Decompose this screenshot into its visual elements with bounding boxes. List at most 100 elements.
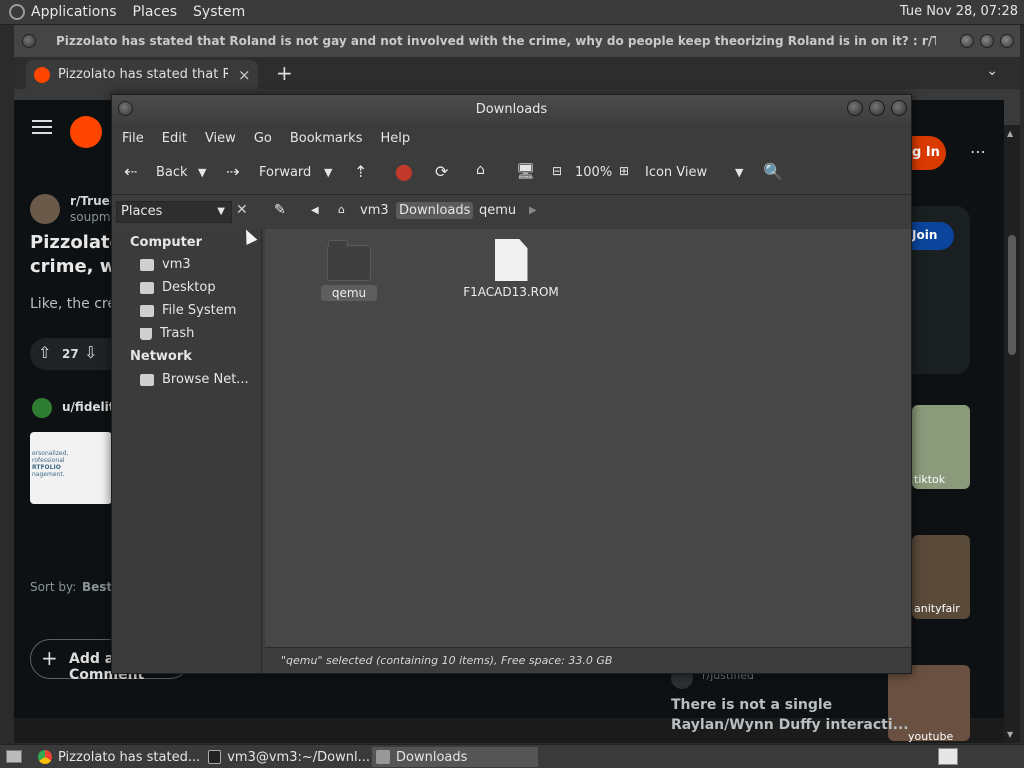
- fm-titlebar[interactable]: Downloads: [112, 95, 911, 123]
- breadcrumb-left-arrow-icon[interactable]: ◀: [311, 205, 319, 216]
- video-thumbnail[interactable]: anityfair: [912, 535, 970, 619]
- home-folder-icon[interactable]: ⌂: [476, 162, 485, 178]
- thumbnail-label: tiktok: [914, 473, 946, 486]
- video-thumbnail[interactable]: tiktok: [912, 405, 970, 489]
- join-button[interactable]: Join: [910, 222, 954, 250]
- post-title-line1: Pizzolato: [30, 232, 122, 253]
- file-name: F1ACAD13.ROM: [463, 285, 559, 299]
- browser-titlebar: Pizzolato has stated that Roland is not …: [14, 25, 1020, 57]
- tab-search-chevron-icon[interactable]: ⌄: [986, 63, 998, 79]
- back-history-dropdown-icon[interactable]: ▼: [198, 166, 206, 179]
- workspace-switcher[interactable]: [938, 748, 958, 765]
- breadcrumb-vm3[interactable]: vm3: [360, 203, 389, 218]
- file-item-f1acad13-rom[interactable]: F1ACAD13.ROM: [459, 239, 563, 299]
- sidebar-item-browse-network[interactable]: Browse Net...: [140, 372, 249, 387]
- sidebar-item-desktop[interactable]: Desktop: [140, 280, 216, 295]
- subreddit-avatar[interactable]: [30, 194, 60, 224]
- view-mode-dropdown-icon[interactable]: ▼: [735, 166, 743, 179]
- sidebar-item-filesystem[interactable]: File System: [140, 303, 236, 318]
- new-tab-button[interactable]: +: [276, 61, 293, 85]
- forward-history-dropdown-icon[interactable]: ▼: [324, 166, 332, 179]
- more-options-icon[interactable]: ⋯: [970, 142, 986, 161]
- sidebar-item-label: File System: [162, 303, 237, 318]
- tab-close-icon[interactable]: ×: [238, 66, 251, 84]
- browser-scrollbar[interactable]: ▲ ▼: [1004, 125, 1020, 743]
- terminal-icon: [208, 750, 222, 764]
- zoom-level: 100%: [575, 165, 613, 180]
- zoom-out-icon[interactable]: ⊟: [552, 164, 562, 178]
- menu-view[interactable]: View: [205, 131, 236, 146]
- downvote-icon[interactable]: ⇩: [84, 343, 97, 362]
- sort-value[interactable]: Best: [82, 580, 112, 594]
- close-icon[interactable]: [1000, 34, 1014, 48]
- reload-icon[interactable]: ⟳: [435, 162, 448, 181]
- side-pane-selector[interactable]: Places ▼: [116, 201, 232, 223]
- sort-label: Sort by:: [30, 580, 77, 594]
- reddit-favicon-icon: [34, 66, 50, 83]
- browser-window-title: Pizzolato has stated that Roland is not …: [56, 34, 936, 48]
- related-post-title-line2[interactable]: Raylan/Wynn Duffy interacti...: [671, 717, 909, 733]
- computer-icon[interactable]: 🖥: [516, 162, 535, 180]
- scroll-up-icon[interactable]: ▲: [1007, 129, 1013, 138]
- related-post-title-line1[interactable]: There is not a single: [671, 697, 832, 713]
- ad-text-line: ersonalized,: [32, 450, 69, 457]
- taskbar-item-browser[interactable]: Pizzolato has stated...: [34, 747, 202, 767]
- desktop-folder-icon: [140, 281, 154, 294]
- ad-avatar[interactable]: [32, 398, 52, 418]
- taskbar-item-label: Downloads: [396, 749, 468, 765]
- thumbnail-label: anityfair: [914, 602, 960, 615]
- back-button[interactable]: Back: [156, 165, 188, 180]
- view-mode-select[interactable]: Icon View: [645, 165, 707, 180]
- stop-icon[interactable]: ⬤: [395, 162, 413, 181]
- browser-tab[interactable]: Pizzolato has stated that Rola ×: [26, 60, 258, 89]
- tab-label: Pizzolato has stated that Rola: [58, 67, 228, 82]
- panel-clock[interactable]: Tue Nov 28, 07:28: [900, 4, 1018, 19]
- sidebar-item-vm3[interactable]: vm3: [140, 257, 191, 272]
- sidebar-item-label: vm3: [162, 257, 191, 272]
- places-menu[interactable]: Places: [133, 4, 178, 20]
- applications-menu[interactable]: Applications: [31, 4, 117, 20]
- maximize-icon[interactable]: [869, 100, 885, 116]
- scrollbar-thumb[interactable]: [1008, 235, 1016, 355]
- upvote-icon[interactable]: ⇧: [38, 343, 51, 362]
- breadcrumb-right-arrow-icon[interactable]: ▶: [529, 205, 537, 216]
- system-logo-icon[interactable]: [9, 4, 25, 20]
- search-icon[interactable]: 🔍: [763, 162, 783, 181]
- location-edit-icon[interactable]: ✎: [274, 202, 286, 218]
- fm-window-title: Downloads: [475, 102, 548, 117]
- menu-help[interactable]: Help: [380, 131, 410, 146]
- plus-icon: +: [41, 646, 58, 670]
- minimize-icon[interactable]: [847, 100, 863, 116]
- up-arrow-icon[interactable]: ⇡: [354, 162, 367, 181]
- close-icon[interactable]: [891, 100, 907, 116]
- menu-edit[interactable]: Edit: [162, 131, 187, 146]
- minimize-icon[interactable]: [960, 34, 974, 48]
- hamburger-menu-icon[interactable]: [32, 120, 52, 122]
- breadcrumb-downloads[interactable]: Downloads: [396, 202, 474, 219]
- breadcrumb-qemu[interactable]: qemu: [479, 203, 516, 218]
- sidebar-item-label: Trash: [160, 326, 195, 341]
- sidebar-item-trash[interactable]: Trash: [140, 326, 194, 341]
- close-side-pane-icon[interactable]: ✕: [236, 202, 248, 218]
- maximize-icon[interactable]: [980, 34, 994, 48]
- menu-go[interactable]: Go: [254, 131, 272, 146]
- show-desktop-icon[interactable]: [6, 750, 22, 763]
- drive-icon: [140, 304, 154, 317]
- back-arrow-icon[interactable]: ⇠: [124, 162, 137, 181]
- login-button[interactable]: g In: [912, 136, 946, 170]
- window-menu-icon[interactable]: [22, 34, 36, 48]
- scroll-down-icon[interactable]: ▼: [1007, 730, 1013, 739]
- menu-file[interactable]: File: [122, 131, 144, 146]
- sidebar-item-label: Desktop: [162, 280, 216, 295]
- file-item-qemu[interactable]: qemu: [321, 240, 377, 301]
- ad-image[interactable]: ersonalized, rofessional RTFOLIO nagemen…: [30, 432, 112, 504]
- zoom-in-icon[interactable]: ⊞: [619, 164, 629, 178]
- taskbar-item-downloads[interactable]: Downloads: [372, 747, 538, 767]
- file-view[interactable]: qemu F1ACAD13.ROM: [265, 229, 911, 647]
- taskbar-item-terminal[interactable]: vm3@vm3:~/Downl...: [204, 747, 370, 767]
- forward-arrow-icon[interactable]: ⇢: [226, 162, 239, 181]
- system-menu[interactable]: System: [193, 4, 245, 20]
- forward-button[interactable]: Forward: [259, 165, 311, 180]
- reddit-logo-icon[interactable]: [70, 116, 102, 148]
- menu-bookmarks[interactable]: Bookmarks: [290, 131, 363, 146]
